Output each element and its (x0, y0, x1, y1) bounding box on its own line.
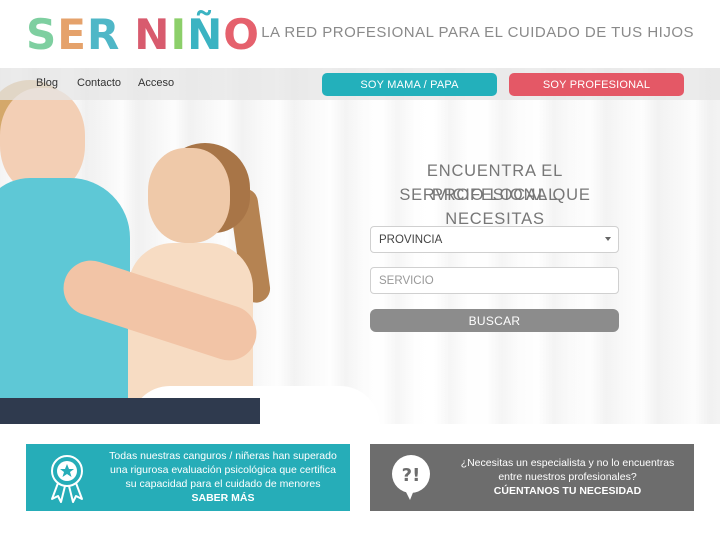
logo-letter: N (134, 9, 171, 59)
evaluation-text-line: su capacidad para el cuidado de menores (125, 478, 321, 490)
nav-link-acceso[interactable]: Acceso (138, 77, 174, 89)
tagline: LA RED PROFESIONAL PARA EL CUIDADO DE TU… (261, 24, 694, 41)
site-header: S E R N I Ñ O LA RED PROFESIONAL PARA EL… (0, 0, 720, 68)
hero-section: Blog Contacto Acceso SOY MAMA / PAPA SOY… (0, 68, 720, 424)
saber-mas-link[interactable]: SABER MÁS (108, 491, 338, 505)
province-select[interactable]: PROVINCIA (370, 226, 619, 253)
soy-profesional-button[interactable]: SOY PROFESIONAL (509, 73, 684, 96)
logo-letter: S (26, 9, 58, 59)
question-bubble-icon: ?! (390, 454, 432, 507)
specialist-text-line: ¿Necesitas un especialista y no lo encue… (460, 457, 675, 469)
logo-letter: Ñ (187, 9, 224, 59)
logo-letter: O (223, 9, 260, 59)
hero-photo-girl-face (148, 148, 230, 243)
evaluation-text-line: una rigurosa evaluación psicológica que … (110, 464, 336, 476)
logo-letter: R (86, 9, 121, 59)
search-button[interactable]: BUSCAR (370, 309, 619, 332)
specialist-request-text: ¿Necesitas un especialista y no lo encue… (450, 456, 685, 498)
question-bubble-icon-text: ?! (402, 465, 421, 486)
province-select-value: PROVINCIA (379, 233, 443, 246)
service-input-placeholder: SERVICIO (379, 274, 434, 287)
nav-link-blog[interactable]: Blog (36, 77, 58, 89)
specialist-request-box[interactable]: ?! ¿Necesitas un especialista y no lo en… (370, 444, 694, 511)
hero-photo-pants (0, 398, 260, 424)
soy-mama-papa-button[interactable]: SOY MAMA / PAPA (322, 73, 497, 96)
specialist-text-line: entre nuestros profesionales? (498, 471, 637, 483)
evaluation-info-box[interactable]: Todas nuestras canguros / niñeras han su… (26, 444, 350, 511)
top-navbar: Blog Contacto Acceso SOY MAMA / PAPA SOY… (0, 68, 720, 100)
logo-letter: I (170, 9, 188, 59)
caret-down-icon (605, 237, 611, 241)
logo-letter: E (57, 9, 87, 59)
award-ribbon-icon (46, 452, 88, 509)
logo[interactable]: S E R N I Ñ O (26, 8, 260, 60)
service-input[interactable]: SERVICIO (370, 267, 619, 294)
cuentanos-necesidad-link[interactable]: CÚENTANOS TU NECESIDAD (450, 484, 685, 498)
evaluation-text-line: Todas nuestras canguros / niñeras han su… (109, 450, 337, 462)
nav-link-contacto[interactable]: Contacto (77, 77, 121, 89)
evaluation-info-text: Todas nuestras canguros / niñeras han su… (108, 449, 338, 505)
hero-title-line2: SERVICIO LOCAL QUE NECESITAS (399, 186, 591, 228)
